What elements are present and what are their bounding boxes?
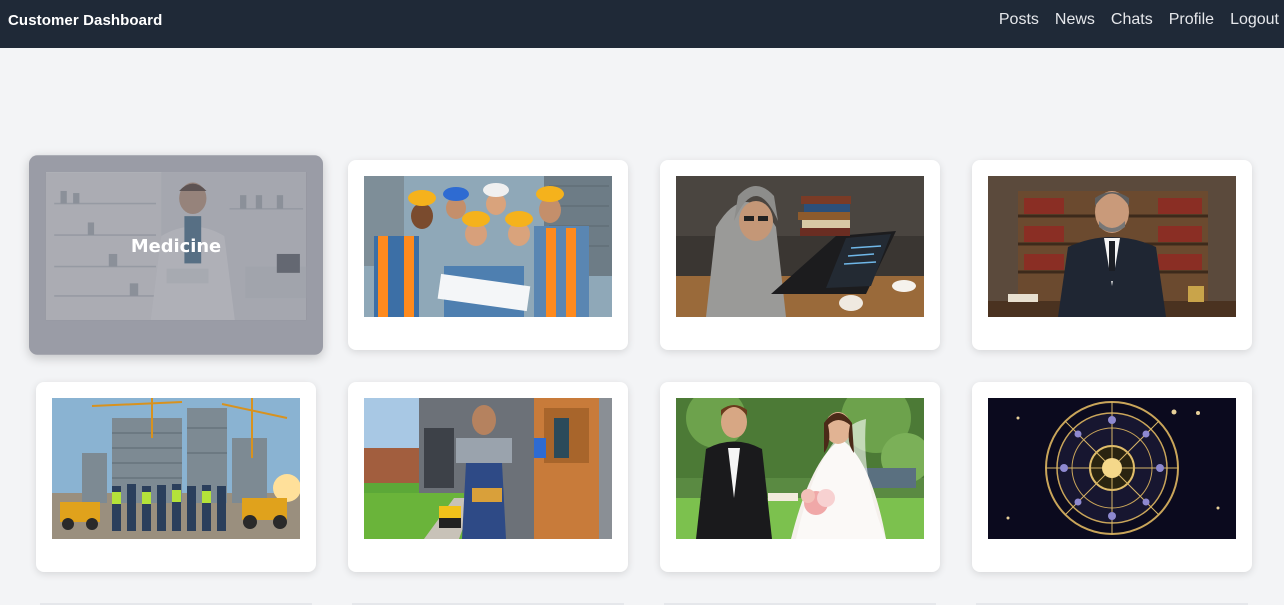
building-construction-image [52, 398, 300, 539]
astrology-image [988, 398, 1236, 539]
handyman-image [364, 398, 612, 539]
construction-team-image [364, 176, 612, 317]
nav-news-link[interactable]: News [1055, 11, 1095, 29]
nav-logout-link[interactable]: Logout [1230, 11, 1279, 29]
card-hover-overlay: Medicine [45, 172, 307, 321]
category-card-construction-team[interactable] [348, 160, 628, 350]
lawyer-image [988, 176, 1236, 317]
category-card-handyman[interactable] [348, 382, 628, 572]
category-card-astrology[interactable] [972, 382, 1252, 572]
nav-posts-link[interactable]: Posts [999, 11, 1039, 29]
nav-profile-link[interactable]: Profile [1169, 11, 1214, 29]
category-card-wedding[interactable] [660, 382, 940, 572]
app-title: Customer Dashboard [8, 12, 163, 29]
top-navbar: Customer Dashboard Posts News Chats Prof… [0, 0, 1284, 48]
category-card-lawyer[interactable] [972, 160, 1252, 350]
wedding-image [676, 398, 924, 539]
category-card-medicine[interactable]: Medicine [29, 155, 323, 355]
programmer-image [676, 176, 924, 317]
category-label-medicine: Medicine [130, 235, 222, 257]
nav-links: Posts News Chats Profile Logout [999, 11, 1279, 29]
category-card-building-construction[interactable] [36, 382, 316, 572]
category-card-programmer[interactable] [660, 160, 940, 350]
nav-chats-link[interactable]: Chats [1111, 11, 1153, 29]
